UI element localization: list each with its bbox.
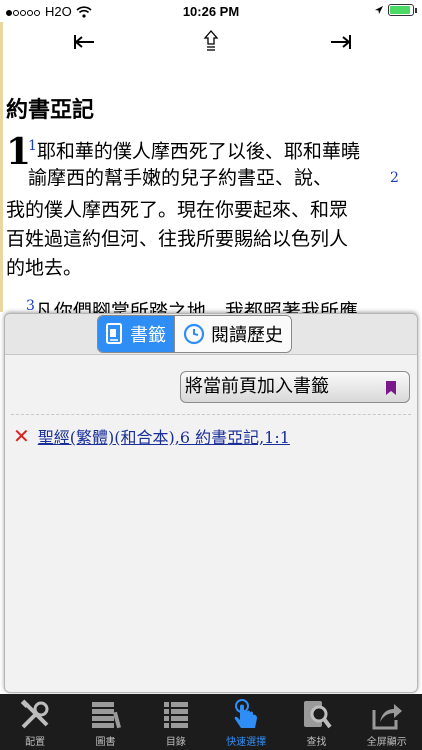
toolbar-search[interactable]: 查找 xyxy=(281,694,351,750)
book-title: 約書亞記 xyxy=(6,97,95,123)
add-bookmark-label: 將當前頁加入書籤 xyxy=(185,376,329,397)
verse-text: 我的僕人摩西死了。現在你要起來、和眾 xyxy=(6,199,349,221)
panel-header: 書籤 閱讀歷史 xyxy=(5,314,417,355)
bottom-toolbar: 配置 圖書 目錄 快速選擇 查找 全屏顯示 xyxy=(0,694,422,750)
status-bar: H2O 10:26 PM xyxy=(0,0,422,22)
tab-label: 書籤 xyxy=(130,325,166,346)
toolbar-label: 全屏顯示 xyxy=(366,737,407,748)
bookmark-link[interactable]: 聖經(繁體)(和合本),6 約書亞記,1:1 xyxy=(38,424,290,448)
verse-text: 的地去。 xyxy=(6,257,83,279)
tab-label: 閱讀歷史 xyxy=(211,325,283,346)
bookmark-doc-icon xyxy=(106,323,122,344)
toolbar-label: 圖書 xyxy=(95,737,116,748)
list-icon xyxy=(163,702,188,728)
clock-icon xyxy=(183,323,205,345)
verse-number[interactable]: 1 xyxy=(28,138,37,154)
share-fullscreen-icon xyxy=(372,704,402,730)
list-item: ✕ 聖經(繁體)(和合本),6 約書亞記,1:1 xyxy=(13,422,290,450)
arrow-right-bar-icon xyxy=(331,35,351,49)
verse-number[interactable]: 3 xyxy=(26,298,35,314)
battery-icon xyxy=(388,4,417,16)
page-navigation xyxy=(0,30,422,60)
add-bookmark-button[interactable]: 將當前頁加入書籤 xyxy=(180,371,410,403)
tab-reading-history[interactable]: 閱讀歷史 xyxy=(174,316,291,352)
page-edge xyxy=(0,22,3,312)
up-arrow-icon xyxy=(203,30,219,51)
verse-text: 諭摩西的幫手嫩的兒子約書亞、說、 xyxy=(28,167,333,189)
toolbar-label: 目錄 xyxy=(165,737,186,748)
toolbar-label: 配置 xyxy=(25,737,46,748)
toolbar-contents[interactable]: 目錄 xyxy=(141,694,211,750)
books-icon xyxy=(92,702,122,729)
tab-bookmarks[interactable]: 書籤 xyxy=(98,316,174,352)
bookmark-flag-icon xyxy=(386,381,396,395)
location-icon xyxy=(375,6,383,14)
divider xyxy=(11,414,411,415)
search-doc-icon xyxy=(304,701,333,729)
bookmark-panel: 書籤 閱讀歷史 將當前頁加入書籤 ✕ 聖經(繁體)(和合本),6 約書亞記,1:… xyxy=(4,313,418,693)
toolbar-quick-select[interactable]: 快速選擇 xyxy=(211,694,281,750)
clock: 10:26 PM xyxy=(182,4,240,19)
tools-icon xyxy=(20,699,49,729)
delete-icon[interactable]: ✕ xyxy=(13,424,30,448)
toolbar-fullscreen[interactable]: 全屏顯示 xyxy=(352,694,422,750)
toolbar-books[interactable]: 圖書 xyxy=(70,694,140,750)
toolbar-label: 查找 xyxy=(306,737,327,748)
panel-tabs: 書籤 閱讀歷史 xyxy=(97,315,292,353)
toolbar-label: 快速選擇 xyxy=(226,737,267,748)
verse-number[interactable]: 2 xyxy=(390,170,399,186)
last-page-button[interactable] xyxy=(321,30,361,60)
first-page-button[interactable] xyxy=(64,30,104,60)
arrow-left-bar-icon xyxy=(74,35,94,49)
verse-text: 百姓過這約但河、往我所要賜給以色列人 xyxy=(6,228,349,250)
hand-tap-icon xyxy=(234,699,258,728)
toolbar-settings[interactable]: 配置 xyxy=(0,694,70,750)
verse-text: 耶和華的僕人摩西死了以後、耶和華曉 xyxy=(36,140,360,163)
up-button[interactable] xyxy=(191,30,231,60)
